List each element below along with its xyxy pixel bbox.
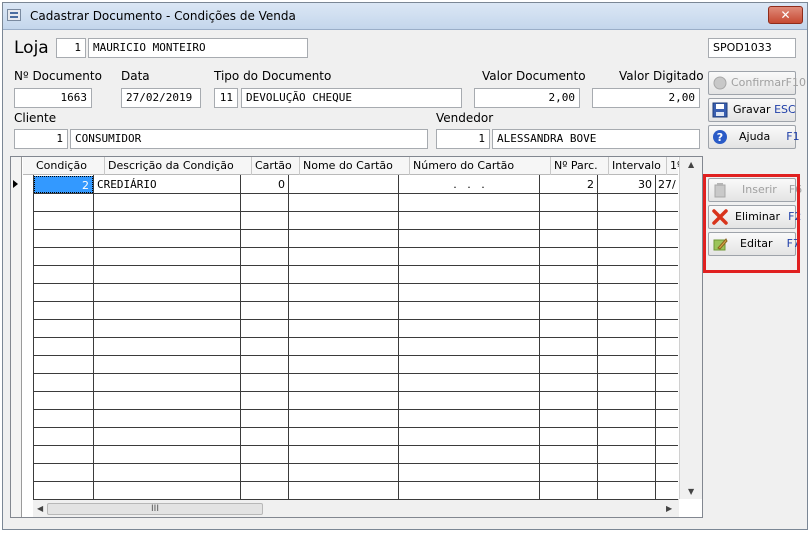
gravar-label: Gravar xyxy=(733,103,771,116)
col-header-condicao[interactable]: Condição xyxy=(33,157,105,175)
grid-column-line xyxy=(539,175,540,499)
grid-column-line xyxy=(398,175,399,499)
grid-cell-condicao[interactable]: 2 xyxy=(34,176,93,193)
ajuda-label-group: Ajuda F1 xyxy=(739,130,800,143)
close-button[interactable]: ✕ xyxy=(768,6,803,24)
grid-row-line xyxy=(33,499,678,500)
grid-row-line xyxy=(33,445,678,446)
ajuda-label: Ajuda xyxy=(739,130,771,143)
scroll-right-arrow-icon[interactable]: ▶ xyxy=(666,504,672,513)
scroll-thumb-grip: III xyxy=(151,504,159,514)
scroll-left-arrow-icon[interactable]: ◀ xyxy=(37,504,43,513)
help-icon: ? xyxy=(712,129,728,145)
current-row-arrow-icon xyxy=(13,180,18,188)
col-header-descricao[interactable]: Descrição da Condição xyxy=(105,157,252,175)
grid-vertical-scrollbar[interactable]: ▲ ▼ xyxy=(679,157,702,499)
grid-row-line xyxy=(33,265,678,266)
col-header-intervalo[interactable]: Intervalo xyxy=(609,157,667,175)
cliente-label: Cliente xyxy=(14,111,57,125)
ajuda-button[interactable]: ? Ajuda F1 xyxy=(708,125,800,149)
grid-column-line xyxy=(655,175,656,499)
grid-cell-intervalo[interactable]: 30 xyxy=(598,176,655,193)
grid-row-line xyxy=(33,355,678,356)
grid-cell-nome-cartao[interactable] xyxy=(289,176,398,193)
grid-cell-parcelas[interactable]: 2 xyxy=(540,176,597,193)
valor-documento-field[interactable]: 2,00 xyxy=(474,88,580,108)
loja-name-field[interactable]: MAURICIO MONTEIRO xyxy=(88,38,308,58)
conditions-grid[interactable]: Condição Descrição da Condição Cartão No… xyxy=(10,156,703,518)
grid-row-line xyxy=(33,391,678,392)
numero-documento-label: Nº Documento xyxy=(14,69,102,83)
vendedor-code-field[interactable]: 1 xyxy=(436,129,490,149)
cliente-code-field[interactable]: 1 xyxy=(14,129,68,149)
loja-code-field[interactable]: 1 xyxy=(56,38,86,58)
grid-row-line xyxy=(33,373,678,374)
window-title: Cadastrar Documento - Condições de Venda xyxy=(30,9,296,23)
highlight-box xyxy=(703,174,800,273)
confirmar-label-group: ConfirmarF10 xyxy=(731,76,806,89)
col-header-numero-cartao[interactable]: Número do Cartão xyxy=(410,157,551,175)
confirmar-key: F10 xyxy=(785,76,806,89)
grid-row-line xyxy=(33,463,678,464)
confirmar-button[interactable]: ConfirmarF10 xyxy=(708,71,806,95)
confirmar-label: Confirmar xyxy=(731,76,786,89)
grid-column-line xyxy=(33,175,34,499)
data-label: Data xyxy=(121,69,150,83)
grid-row-line xyxy=(33,481,678,482)
grid-column-line xyxy=(93,175,94,499)
valor-documento-label: Valor Documento xyxy=(482,69,586,83)
grid-column-line xyxy=(240,175,241,499)
grid-row-line xyxy=(33,319,678,320)
grid-header: Condição Descrição da Condição Cartão No… xyxy=(23,157,693,175)
grid-horizontal-scrollbar[interactable]: ◀ III ▶ xyxy=(33,499,679,517)
grid-row-line xyxy=(33,247,678,248)
gravar-key: ESC xyxy=(774,103,796,116)
grid-row-line xyxy=(33,193,678,194)
grid-column-line xyxy=(597,175,598,499)
grid-row-line xyxy=(33,301,678,302)
tipo-name-field[interactable]: DEVOLUÇÃO CHEQUE xyxy=(241,88,462,108)
scroll-down-arrow-icon[interactable]: ▼ xyxy=(688,487,694,496)
scroll-up-arrow-icon[interactable]: ▲ xyxy=(688,160,694,169)
row-indicator-column xyxy=(11,157,22,517)
horizontal-scroll-thumb[interactable]: III xyxy=(47,503,263,515)
grid-cell-cartao[interactable]: 0 xyxy=(241,176,288,193)
gravar-button[interactable]: Gravar ESC xyxy=(708,98,796,122)
col-header-parcelas[interactable]: Nº Parc. xyxy=(551,157,609,175)
col-header-cartao[interactable]: Cartão xyxy=(252,157,300,175)
grid-row-line xyxy=(33,229,678,230)
grid-row-line xyxy=(33,427,678,428)
grid-row-line xyxy=(33,211,678,212)
grid-row-line xyxy=(33,283,678,284)
cliente-name-field[interactable]: CONSUMIDOR xyxy=(70,129,428,149)
grid-row-line xyxy=(33,409,678,410)
confirm-circle-icon xyxy=(712,75,728,91)
grid-column-line xyxy=(288,175,289,499)
data-field[interactable]: 27/02/2019 xyxy=(121,88,201,108)
valor-digitado-label: Valor Digitado xyxy=(619,69,704,83)
tipo-documento-label: Tipo do Documento xyxy=(214,69,332,83)
vendedor-label: Vendedor xyxy=(436,111,494,125)
numero-documento-field[interactable]: 1663 xyxy=(14,88,92,108)
gravar-label-group: Gravar ESC xyxy=(733,103,796,116)
save-disk-icon xyxy=(712,102,728,118)
valor-digitado-field[interactable]: 2,00 xyxy=(592,88,700,108)
vendedor-name-field[interactable]: ALESSANDRA BOVE xyxy=(492,129,700,149)
grid-cell-vencimento[interactable]: 27/ xyxy=(656,176,679,193)
grid-row-line xyxy=(33,337,678,338)
col-header-nome-cartao[interactable]: Nome do Cartão xyxy=(300,157,410,175)
ajuda-key: F1 xyxy=(786,130,800,143)
grid-cell-numero-cartao[interactable]: . . . xyxy=(399,176,539,193)
tipo-code-field[interactable]: 11 xyxy=(214,88,238,108)
svg-text:?: ? xyxy=(717,131,723,144)
grid-cell-descricao[interactable]: CREDIÁRIO xyxy=(94,176,240,193)
app-icon xyxy=(7,9,21,21)
loja-label: Loja xyxy=(14,38,49,58)
station-field: SPOD1033 xyxy=(708,38,796,58)
